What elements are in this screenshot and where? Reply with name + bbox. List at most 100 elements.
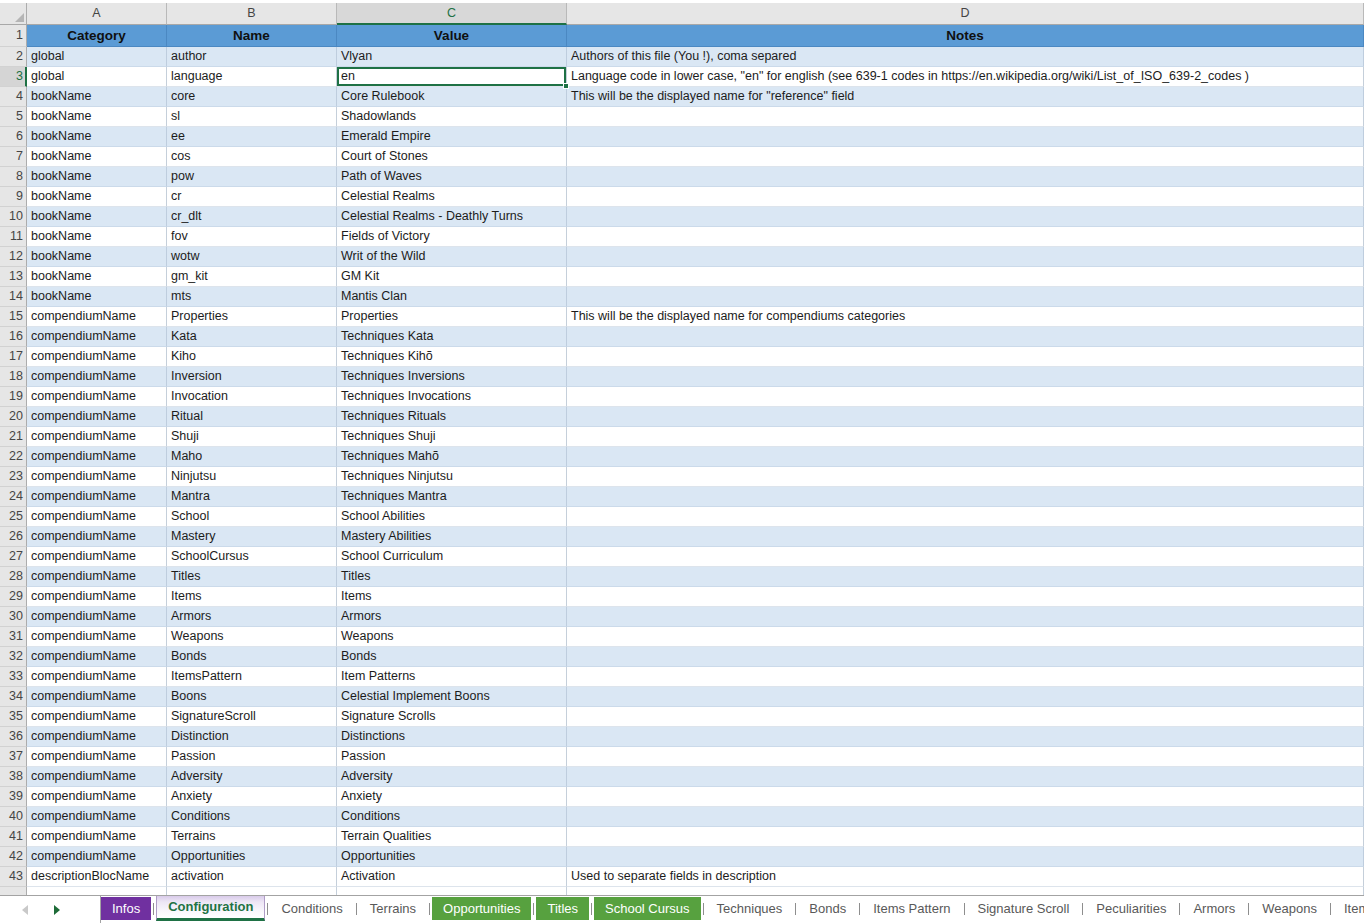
cell-B41[interactable]: Terrains — [167, 827, 337, 847]
cell-B38[interactable]: Adversity — [167, 767, 337, 787]
row-header-38[interactable]: 38 — [0, 767, 27, 787]
cell-C30[interactable]: Armors — [337, 607, 567, 627]
row-header-4[interactable]: 4 — [0, 87, 27, 107]
row-header-43[interactable]: 43 — [0, 867, 27, 887]
cell-D37[interactable] — [567, 747, 1364, 767]
cell-D10[interactable] — [567, 207, 1364, 227]
cell-D20[interactable] — [567, 407, 1364, 427]
cell-A9[interactable]: bookName — [27, 187, 167, 207]
cell-A21[interactable]: compendiumName — [27, 427, 167, 447]
sheet-tab-weapons[interactable]: Weapons — [1251, 897, 1328, 920]
cell-A25[interactable]: compendiumName — [27, 507, 167, 527]
cell-A19[interactable]: compendiumName — [27, 387, 167, 407]
cell-D41[interactable] — [567, 827, 1364, 847]
cell-C44[interactable] — [337, 887, 567, 895]
row-header-22[interactable]: 22 — [0, 447, 27, 467]
cell-B43[interactable]: activation — [167, 867, 337, 887]
row-header-37[interactable]: 37 — [0, 747, 27, 767]
sheet-tab-school-cursus[interactable]: School Cursus — [594, 897, 701, 920]
cell-D14[interactable] — [567, 287, 1364, 307]
cell-C6[interactable]: Emerald Empire — [337, 127, 567, 147]
cell-C10[interactable]: Celestial Realms - Deathly Turns — [337, 207, 567, 227]
cell-A43[interactable]: descriptionBlocName — [27, 867, 167, 887]
cell-B13[interactable]: gm_kit — [167, 267, 337, 287]
cell-D16[interactable] — [567, 327, 1364, 347]
cell-A20[interactable]: compendiumName — [27, 407, 167, 427]
cell-A41[interactable]: compendiumName — [27, 827, 167, 847]
cell-C32[interactable]: Bonds — [337, 647, 567, 667]
cell-B25[interactable]: School — [167, 507, 337, 527]
sheet-tab-items[interactable]: Items — [1333, 897, 1364, 920]
cell-A39[interactable]: compendiumName — [27, 787, 167, 807]
cell-A2[interactable]: global — [27, 47, 167, 67]
row-header-30[interactable]: 30 — [0, 607, 27, 627]
cell-D27[interactable] — [567, 547, 1364, 567]
cell-B8[interactable]: pow — [167, 167, 337, 187]
cell-D21[interactable] — [567, 427, 1364, 447]
cell-C21[interactable]: Techniques Shuji — [337, 427, 567, 447]
cell-B28[interactable]: Titles — [167, 567, 337, 587]
row-header-44[interactable] — [0, 887, 27, 895]
sheet-tab-titles[interactable]: Titles — [536, 897, 589, 920]
cell-B19[interactable]: Invocation — [167, 387, 337, 407]
sheet-tab-infos[interactable]: Infos — [101, 897, 151, 920]
cell-A3[interactable]: global — [27, 67, 167, 87]
cell-D43[interactable]: Used to separate fields in description — [567, 867, 1364, 887]
sheet-tab-signature-scroll[interactable]: Signature Scroll — [967, 897, 1081, 920]
cell-B5[interactable]: sl — [167, 107, 337, 127]
cell-B23[interactable]: Ninjutsu — [167, 467, 337, 487]
cell-A37[interactable]: compendiumName — [27, 747, 167, 767]
cell-D11[interactable] — [567, 227, 1364, 247]
cell-B40[interactable]: Conditions — [167, 807, 337, 827]
row-header-39[interactable]: 39 — [0, 787, 27, 807]
cell-A36[interactable]: compendiumName — [27, 727, 167, 747]
cell-B2[interactable]: author — [167, 47, 337, 67]
column-header-A[interactable]: A — [27, 3, 167, 25]
cell-D2[interactable]: Authors of this file (You !), coma separ… — [567, 47, 1364, 67]
row-header-29[interactable]: 29 — [0, 587, 27, 607]
cell-A8[interactable]: bookName — [27, 167, 167, 187]
cell-B34[interactable]: Boons — [167, 687, 337, 707]
cell-D44[interactable] — [567, 887, 1364, 895]
cell-A33[interactable]: compendiumName — [27, 667, 167, 687]
cell-C34[interactable]: Celestial Implement Boons — [337, 687, 567, 707]
cell-C3[interactable]: en — [337, 67, 567, 87]
cell-C27[interactable]: School Curriculum — [337, 547, 567, 567]
cell-B21[interactable]: Shuji — [167, 427, 337, 447]
cell-B16[interactable]: Kata — [167, 327, 337, 347]
row-header-42[interactable]: 42 — [0, 847, 27, 867]
cell-B1[interactable]: Name — [167, 25, 337, 47]
cell-C36[interactable]: Distinctions — [337, 727, 567, 747]
cell-D28[interactable] — [567, 567, 1364, 587]
cell-A5[interactable]: bookName — [27, 107, 167, 127]
cell-D25[interactable] — [567, 507, 1364, 527]
cell-B37[interactable]: Passion — [167, 747, 337, 767]
cell-D34[interactable] — [567, 687, 1364, 707]
sheet-tab-bonds[interactable]: Bonds — [798, 897, 857, 920]
cell-D6[interactable] — [567, 127, 1364, 147]
cell-D22[interactable] — [567, 447, 1364, 467]
sheet-tab-techniques[interactable]: Techniques — [706, 897, 794, 920]
row-header-13[interactable]: 13 — [0, 267, 27, 287]
cell-B26[interactable]: Mastery — [167, 527, 337, 547]
column-header-B[interactable]: B — [167, 3, 337, 25]
row-header-20[interactable]: 20 — [0, 407, 27, 427]
row-header-41[interactable]: 41 — [0, 827, 27, 847]
cell-B12[interactable]: wotw — [167, 247, 337, 267]
cell-A42[interactable]: compendiumName — [27, 847, 167, 867]
row-header-9[interactable]: 9 — [0, 187, 27, 207]
cell-B24[interactable]: Mantra — [167, 487, 337, 507]
cell-A15[interactable]: compendiumName — [27, 307, 167, 327]
cell-C40[interactable]: Conditions — [337, 807, 567, 827]
sheet-tab-items-pattern[interactable]: Items Pattern — [862, 897, 961, 920]
row-header-35[interactable]: 35 — [0, 707, 27, 727]
cell-A34[interactable]: compendiumName — [27, 687, 167, 707]
cell-B3[interactable]: language — [167, 67, 337, 87]
cell-A10[interactable]: bookName — [27, 207, 167, 227]
tab-scroll-left-icon[interactable] — [22, 905, 28, 915]
row-header-3[interactable]: 3 — [0, 67, 27, 87]
cell-B33[interactable]: ItemsPattern — [167, 667, 337, 687]
cell-D12[interactable] — [567, 247, 1364, 267]
cell-A4[interactable]: bookName — [27, 87, 167, 107]
cell-B27[interactable]: SchoolCursus — [167, 547, 337, 567]
